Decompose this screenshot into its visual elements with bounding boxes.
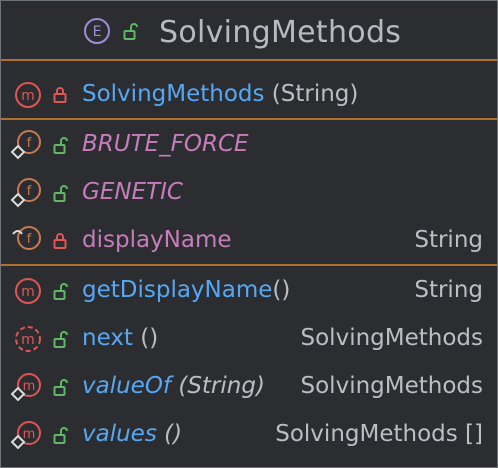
enum-icon: E [84,18,110,44]
field-row[interactable]: f BRUTE_FORCE [1,121,497,169]
field-row[interactable]: f GENETIC [1,169,497,217]
method-row[interactable]: m valueOf (String) SolvingMethods [1,363,497,411]
class-title: SolvingMethods [159,15,402,50]
svg-text:f: f [27,232,32,247]
public-unlock-icon [53,379,68,396]
method-name: getDisplayName() [82,277,291,303]
svg-text:m: m [21,284,35,300]
static-method-icon: m [10,421,41,450]
uml-class-card: E SolvingMethods m SolvingMethods (Strin… [0,0,498,468]
public-unlock-icon [123,23,138,40]
method-name: valueOf (String) [82,373,265,399]
method-row[interactable]: m values () SolvingMethods [] [1,411,497,459]
svg-text:f: f [27,136,32,151]
field-name: BRUTE_FORCE [82,131,249,157]
method-row[interactable]: m next () SolvingMethods [1,315,497,363]
method-row[interactable]: m getDisplayName() String [1,267,497,315]
static-field-icon: f [10,130,41,160]
abstract-method-icon: m [15,326,41,352]
public-unlock-icon [53,137,68,154]
method-icon: m [15,82,41,108]
class-header: E SolvingMethods [1,1,497,61]
constructor-row[interactable]: m SolvingMethods (String) [1,71,497,119]
field-icon: f [12,226,41,250]
constructors-separator [1,118,497,120]
method-icon: m [15,278,41,304]
private-lock-icon [53,87,67,103]
method-name: next () [82,325,159,351]
public-unlock-icon [53,283,68,300]
method-params: () [156,421,183,447]
field-name: GENETIC [82,179,183,205]
method-params: (String) [171,373,265,399]
method-params: () [272,277,291,303]
svg-text:m: m [21,332,35,348]
method-return-type: SolvingMethods [300,325,483,351]
svg-text:m: m [23,379,36,394]
static-method-icon: m [10,373,41,402]
method-name: values () [82,421,183,447]
field-name: displayName [82,227,232,253]
private-lock-icon [53,233,67,249]
svg-text:E: E [93,24,102,40]
method-params: () [132,325,159,351]
static-field-icon: f [10,178,41,208]
method-return-type: SolvingMethods [300,373,483,399]
public-unlock-icon [53,427,68,444]
field-type: String [414,227,483,253]
method-return-type: String [414,277,483,303]
public-unlock-icon [53,331,68,348]
svg-text:f: f [27,184,32,199]
svg-text:m: m [21,88,35,104]
method-return-type: SolvingMethods [] [275,421,483,447]
fields-separator [1,264,497,266]
constructor-params: (String) [264,81,359,107]
constructor-name: SolvingMethods (String) [82,81,359,107]
public-unlock-icon [53,185,68,202]
svg-text:m: m [23,427,36,442]
field-row[interactable]: f displayName String [1,217,497,265]
